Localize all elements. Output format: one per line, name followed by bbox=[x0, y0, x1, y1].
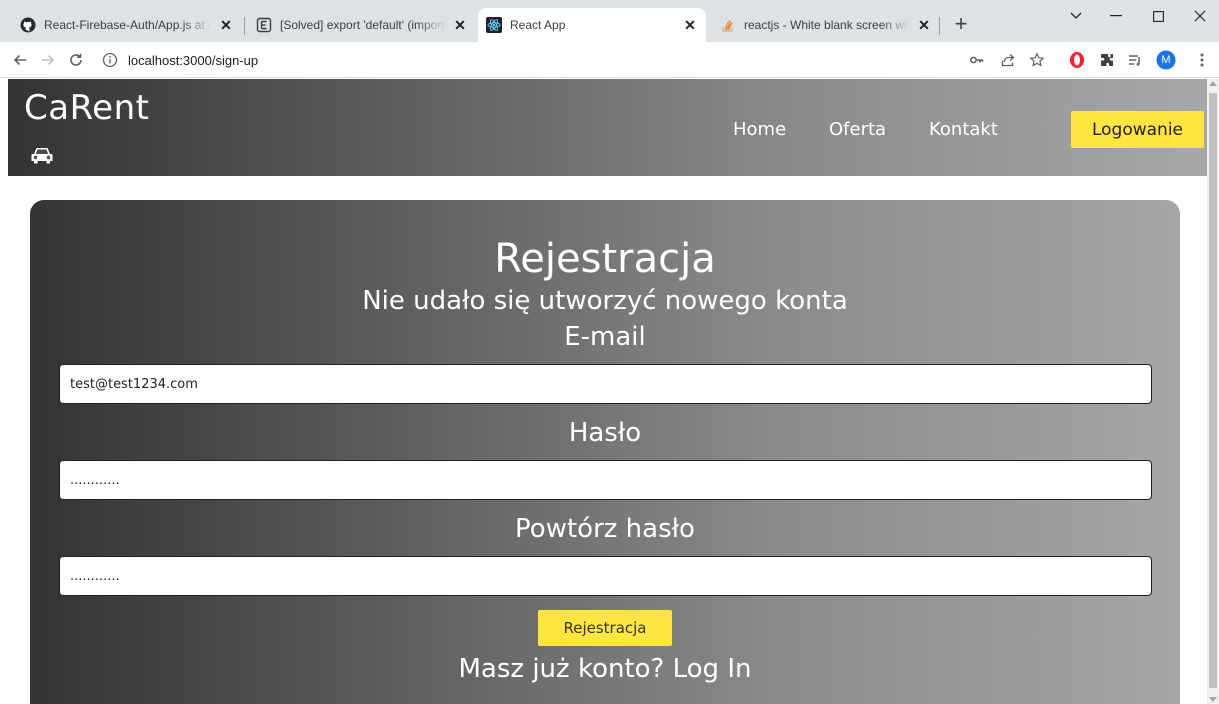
nav-oferta[interactable]: Oferta bbox=[829, 119, 886, 140]
car-icon bbox=[30, 145, 54, 165]
repeat-password-field[interactable] bbox=[59, 556, 1152, 596]
minimize-icon[interactable] bbox=[1096, 0, 1136, 32]
signup-card: Rejestracja Nie udało się utworzyć noweg… bbox=[30, 200, 1180, 704]
login-button[interactable]: Logowanie bbox=[1071, 111, 1204, 148]
profile-avatar[interactable]: M bbox=[1156, 50, 1176, 70]
github-icon bbox=[20, 17, 36, 33]
extensions-icon[interactable] bbox=[1097, 50, 1117, 70]
tab-title: React App bbox=[510, 18, 566, 32]
page-title: Rejestracja bbox=[494, 236, 716, 282]
password-field[interactable] bbox=[59, 460, 1152, 500]
tab-separator bbox=[939, 17, 940, 35]
tab-github[interactable]: React-Firebase-Auth/App.js at m ✕ bbox=[12, 8, 242, 42]
tab-close-icon[interactable]: ✕ bbox=[682, 17, 698, 33]
tab-stackoverflow[interactable]: reactjs - White blank screen whe ✕ bbox=[712, 8, 940, 42]
reload-icon[interactable] bbox=[64, 48, 88, 72]
stackoverflow-icon bbox=[720, 17, 736, 33]
tab-close-icon[interactable]: ✕ bbox=[916, 17, 932, 33]
back-icon[interactable] bbox=[8, 48, 32, 72]
scroll-down-icon[interactable] bbox=[1209, 697, 1217, 702]
page-scrollbar[interactable] bbox=[1207, 79, 1219, 704]
register-button[interactable]: Rejestracja bbox=[538, 610, 672, 646]
email-field[interactable] bbox=[59, 364, 1152, 404]
url-text: localhost:3000/sign-up bbox=[128, 52, 259, 68]
browser-tab-strip: React-Firebase-Auth/App.js at m ✕ [Solve… bbox=[0, 0, 1219, 42]
scrollbar-thumb[interactable] bbox=[1209, 93, 1217, 688]
tab-react-app[interactable]: React App ✕ bbox=[478, 8, 706, 42]
tab-title: reactjs - White blank screen whe bbox=[744, 18, 910, 32]
login-link[interactable]: Log In bbox=[673, 654, 752, 684]
password-label: Hasło bbox=[568, 418, 642, 448]
site-header: CaRent Home Oferta Kontakt Logowanie bbox=[8, 79, 1207, 176]
maximize-icon[interactable] bbox=[1138, 0, 1178, 32]
chrome-menu-icon[interactable] bbox=[1192, 50, 1212, 70]
error-message: Nie udało się utworzyć nowego konta bbox=[362, 286, 848, 316]
tab-search-icon[interactable] bbox=[1056, 0, 1096, 32]
email-label: E-mail bbox=[564, 322, 646, 352]
profile-initial: M bbox=[1161, 54, 1171, 66]
tab-close-icon[interactable]: ✕ bbox=[452, 17, 468, 33]
window-close-icon[interactable] bbox=[1180, 0, 1219, 32]
tab-title: React-Firebase-Auth/App.js at m bbox=[44, 18, 212, 32]
forward-icon[interactable] bbox=[36, 48, 60, 72]
key-icon[interactable] bbox=[967, 50, 987, 70]
tab-title: [Solved] export 'default' (importe bbox=[280, 18, 446, 32]
address-bar[interactable]: localhost:3000/sign-up bbox=[100, 46, 1060, 74]
repeat-password-label: Powtórz hasło bbox=[515, 514, 695, 544]
share-icon[interactable] bbox=[998, 50, 1018, 70]
login-prompt: Masz już konto? Log In bbox=[30, 654, 1180, 684]
page-viewport: CaRent Home Oferta Kontakt Logowanie Rej… bbox=[0, 79, 1207, 704]
tab-solved[interactable]: [Solved] export 'default' (importe ✕ bbox=[248, 8, 476, 42]
bookmark-star-icon[interactable] bbox=[1027, 50, 1047, 70]
tab-close-icon[interactable]: ✕ bbox=[218, 17, 234, 33]
browser-toolbar: localhost:3000/sign-up M bbox=[0, 42, 1219, 78]
info-icon[interactable] bbox=[100, 50, 120, 70]
new-tab-button[interactable]: + bbox=[947, 10, 975, 38]
scroll-up-icon[interactable] bbox=[1209, 81, 1217, 86]
login-prompt-text: Masz już konto? bbox=[458, 654, 665, 684]
nav-home[interactable]: Home bbox=[733, 119, 786, 140]
opera-icon[interactable] bbox=[1067, 50, 1087, 70]
site-logo[interactable]: CaRent bbox=[24, 88, 149, 128]
nav-kontakt[interactable]: Kontakt bbox=[929, 119, 998, 140]
reading-list-icon[interactable] bbox=[1125, 50, 1145, 70]
e-icon bbox=[256, 17, 272, 33]
tab-separator bbox=[244, 17, 245, 35]
react-icon bbox=[486, 17, 502, 33]
